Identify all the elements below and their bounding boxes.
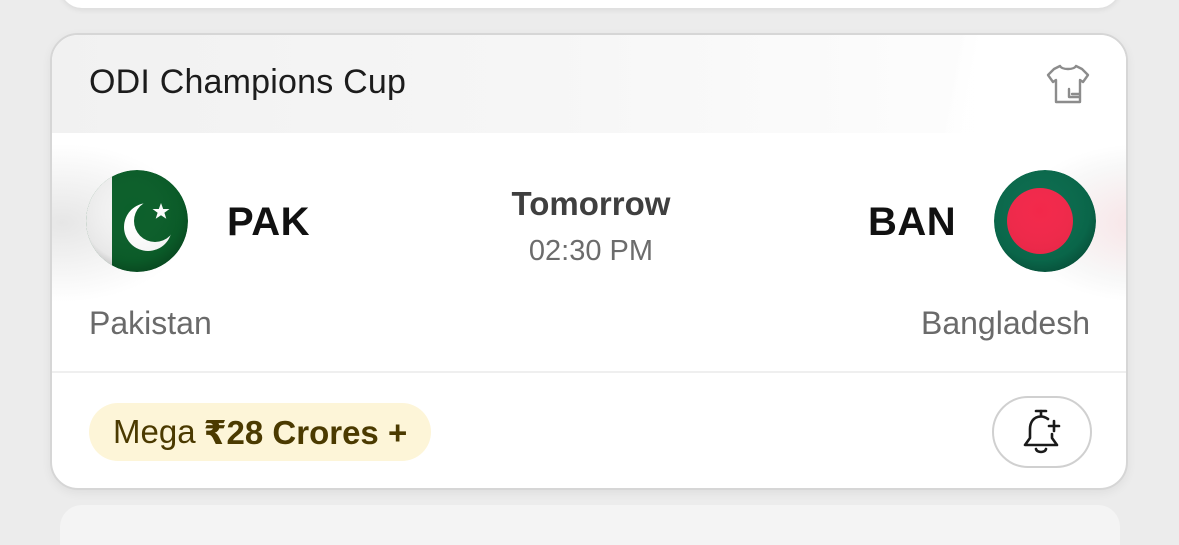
set-reminder-button[interactable] bbox=[992, 396, 1092, 468]
jersey-lineup-icon[interactable] bbox=[1045, 61, 1091, 107]
match-card[interactable]: ODI Champions Cup PAK Pakistan Tomorrow … bbox=[50, 33, 1128, 490]
next-card-edge bbox=[60, 505, 1120, 545]
previous-card-edge bbox=[60, 0, 1120, 8]
bell-plus-icon bbox=[1023, 409, 1061, 454]
card-divider bbox=[52, 371, 1126, 373]
team-right-name: Bangladesh bbox=[920, 305, 1090, 341]
team-left-name: Pakistan bbox=[89, 305, 212, 341]
team-right-abbr: BAN bbox=[868, 200, 957, 244]
prize-prefix: Mega bbox=[113, 413, 196, 450]
mega-prize-badge: Mega ₹28 Crores + bbox=[89, 403, 432, 461]
bangladesh-flag-icon bbox=[994, 170, 1096, 272]
match-day: Tomorrow bbox=[511, 185, 671, 222]
league-title: ODI Champions Cup bbox=[89, 63, 407, 101]
match-time: 02:30 PM bbox=[528, 235, 654, 267]
prize-amount: ₹28 Crores + bbox=[203, 413, 408, 451]
